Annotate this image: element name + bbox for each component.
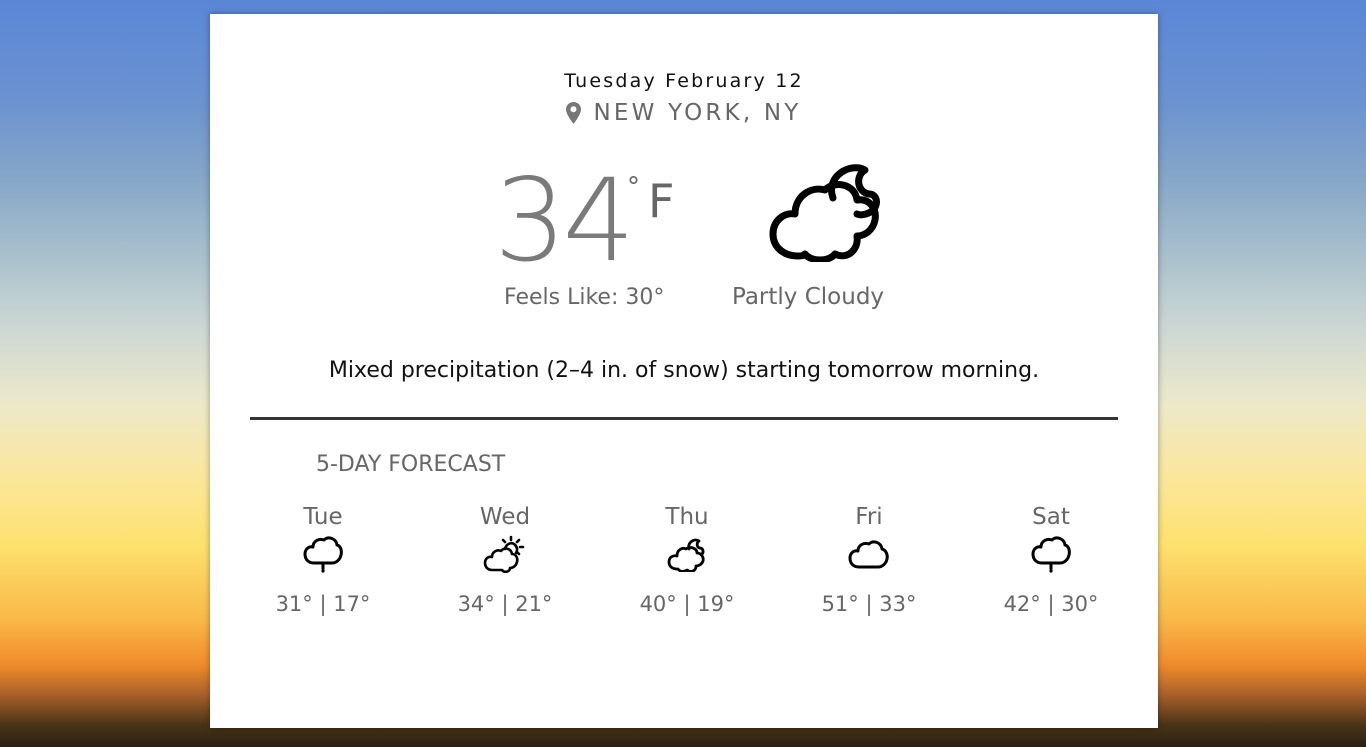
- forecast-day: Fri 51° | 33°: [779, 504, 959, 616]
- cloud-moon-icon: [667, 538, 705, 572]
- forecast-day-name: Thu: [665, 504, 709, 530]
- forecast-day-name: Sat: [1032, 504, 1070, 530]
- forecast-title: 5-DAY FORECAST: [316, 452, 506, 477]
- weather-card: Tuesday February 12 NEW YORK, NY 34 ° F …: [210, 14, 1158, 728]
- current-date: Tuesday February 12: [564, 70, 804, 92]
- forecast-day-name: Fri: [855, 504, 883, 530]
- forecast-day-temps: 40° | 19°: [639, 592, 735, 616]
- forecast-days: Tue 31° | 17° Wed 34° | 21° Thu 40° | 19…: [233, 504, 1145, 624]
- forecast-day-name: Wed: [479, 504, 531, 530]
- forecast-day-temps: 34° | 21°: [457, 592, 553, 616]
- cloud-icon: [848, 540, 889, 569]
- current-condition: Partly Cloudy: [732, 284, 885, 310]
- location: NEW YORK, NY: [210, 100, 1158, 126]
- forecast-day: Sat 42° | 30°: [961, 504, 1141, 616]
- forecast-day: Wed 34° | 21°: [415, 504, 595, 616]
- cloud-drizzle-icon: [303, 536, 343, 573]
- location-label: NEW YORK, NY: [593, 100, 802, 126]
- cloud-drizzle-icon: [1031, 536, 1071, 573]
- cloud-moon-icon: [769, 164, 880, 262]
- map-pin-icon: [566, 102, 582, 124]
- forecast-day: Tue 31° | 17°: [233, 504, 413, 616]
- degree-symbol: °: [627, 172, 640, 202]
- forecast-day-temps: 31° | 17°: [275, 592, 371, 616]
- forecast-day-name: Tue: [303, 504, 343, 530]
- forecast-day-temps: 42° | 30°: [1003, 592, 1099, 616]
- temperature-unit: F: [648, 174, 675, 228]
- divider: [250, 417, 1118, 420]
- forecast-day: Thu 40° | 19°: [597, 504, 777, 616]
- cloud-sun-icon: [483, 535, 525, 573]
- feels-like: Feels Like: 30°: [504, 285, 665, 310]
- current-temperature: 34: [494, 154, 635, 287]
- forecast-day-temps: 51° | 33°: [821, 592, 917, 616]
- weather-summary: Mixed precipitation (2–4 in. of snow) st…: [328, 358, 1040, 383]
